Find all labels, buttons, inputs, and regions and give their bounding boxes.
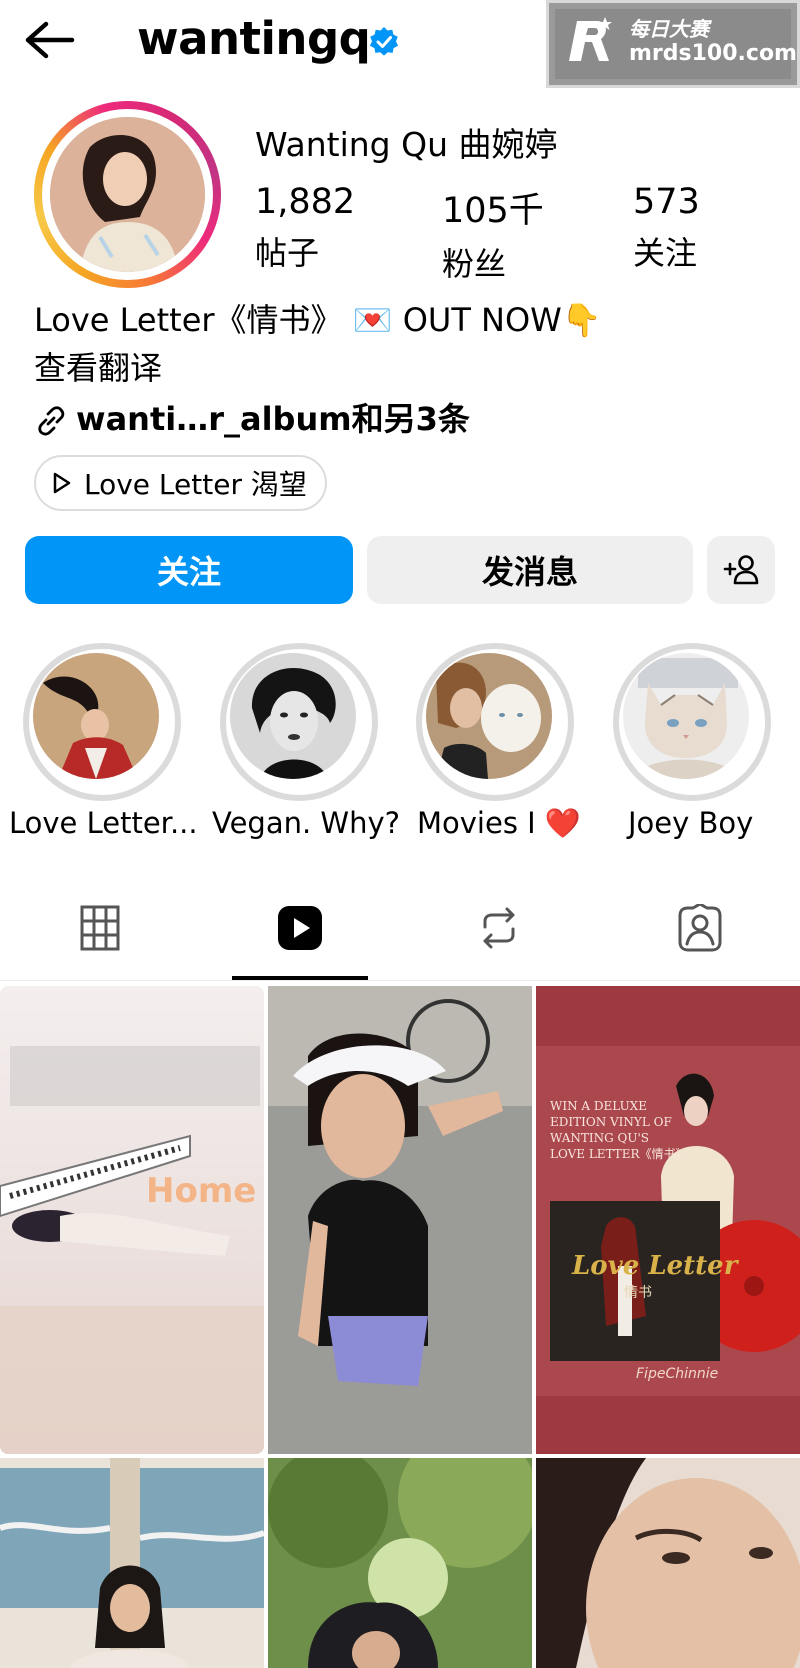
music-pill[interactable]: Love Letter 渴望 <box>34 455 327 511</box>
play-icon <box>53 472 71 494</box>
stat-followers-count: 105千 <box>442 191 544 231</box>
bio-link[interactable]: wanti…r_album和另3条 <box>34 394 470 438</box>
verified-badge-icon <box>368 26 400 58</box>
post-image <box>536 986 800 1454</box>
reels-icon <box>278 906 322 950</box>
username: wantingq <box>137 12 371 65</box>
watermark-text-cn: 每日大赛 <box>629 17 709 41</box>
avatar-image <box>50 117 205 272</box>
tab-grid[interactable] <box>35 880 165 976</box>
watermark-logo-icon <box>563 15 615 67</box>
stat-posts-count: 1,882 <box>255 182 356 222</box>
see-translation-link[interactable]: 查看翻译 <box>34 343 162 389</box>
contest-line: EDITION VINYL OF <box>550 1115 672 1129</box>
contest-line: LOVE LETTER《情书》 <box>550 1147 688 1161</box>
post-text-home: Home <box>146 1171 257 1211</box>
stat-followers[interactable]: 105千 粉丝 <box>442 182 544 285</box>
post-image <box>0 1458 264 1668</box>
post-tile[interactable] <box>536 1458 800 1668</box>
profile-tabs <box>0 880 800 980</box>
add-person-icon <box>723 555 759 585</box>
post-tile[interactable] <box>0 1458 264 1668</box>
stat-posts-label: 帖子 <box>255 234 320 272</box>
reposts-icon <box>483 907 515 949</box>
bio-text: Love Letter《情书》 💌 OUT NOW👇 <box>34 301 602 339</box>
post-image <box>268 986 532 1454</box>
suggested-users-button[interactable] <box>707 536 775 604</box>
stat-followers-label: 粉丝 <box>442 245 507 283</box>
album-title-cn: 情书 <box>624 1285 652 1301</box>
profile-header: wantingq 每日大赛 mrds100.com <box>0 0 800 88</box>
stat-posts[interactable]: 1,882 帖子 <box>255 182 355 274</box>
grid-icon <box>80 905 120 951</box>
tab-reposts[interactable] <box>434 880 564 976</box>
contest-line: WIN A DELUXE <box>550 1099 647 1113</box>
highlight-image <box>230 653 356 779</box>
post-tile[interactable]: Home <box>0 986 264 1454</box>
highlight-image <box>426 653 552 779</box>
watermark-text-url: mrds100.com <box>629 41 797 66</box>
post-image <box>536 1458 800 1668</box>
post-image <box>268 1458 532 1668</box>
post-contest-text: WIN A DELUXE EDITION VINYL OF WANTING QU… <box>550 1098 688 1162</box>
highlight-label: Movies I ❤️ <box>417 806 582 840</box>
brand-signature: FipeChinnie <box>636 1366 719 1382</box>
post-tile[interactable]: WIN A DELUXE EDITION VINYL OF WANTING QU… <box>536 986 800 1454</box>
highlight-image <box>623 653 749 779</box>
tagged-icon <box>678 904 722 952</box>
stat-following[interactable]: 573 关注 <box>633 182 700 274</box>
bio-link-text: wanti…r_album和另3条 <box>76 400 470 438</box>
highlight-label: Vegan. Why? <box>212 806 401 840</box>
stat-following-label: 关注 <box>633 234 698 272</box>
post-tile[interactable] <box>268 986 532 1454</box>
highlight-label: Joey Boy <box>628 806 754 840</box>
stat-following-count: 573 <box>633 182 700 222</box>
message-button[interactable]: 发消息 <box>367 536 693 604</box>
tab-divider <box>0 980 800 981</box>
profile-avatar[interactable] <box>34 101 221 288</box>
watermark: 每日大赛 mrds100.com <box>546 0 800 88</box>
post-image <box>0 986 264 1454</box>
follow-button[interactable]: 关注 <box>25 536 353 604</box>
album-title: Love Letter <box>572 1251 738 1281</box>
highlight-label: Love Letter... <box>9 806 198 840</box>
full-name: Wanting Qu 曲婉婷 <box>255 125 558 164</box>
tab-reels[interactable] <box>235 880 365 976</box>
back-arrow-icon[interactable] <box>24 20 76 60</box>
contest-line: WANTING QU'S <box>550 1131 650 1145</box>
post-tile[interactable] <box>268 1458 532 1668</box>
music-label: Love Letter 渴望 <box>84 468 307 501</box>
highlight-image <box>33 653 159 779</box>
link-icon <box>34 400 76 438</box>
tab-tagged[interactable] <box>635 880 765 976</box>
